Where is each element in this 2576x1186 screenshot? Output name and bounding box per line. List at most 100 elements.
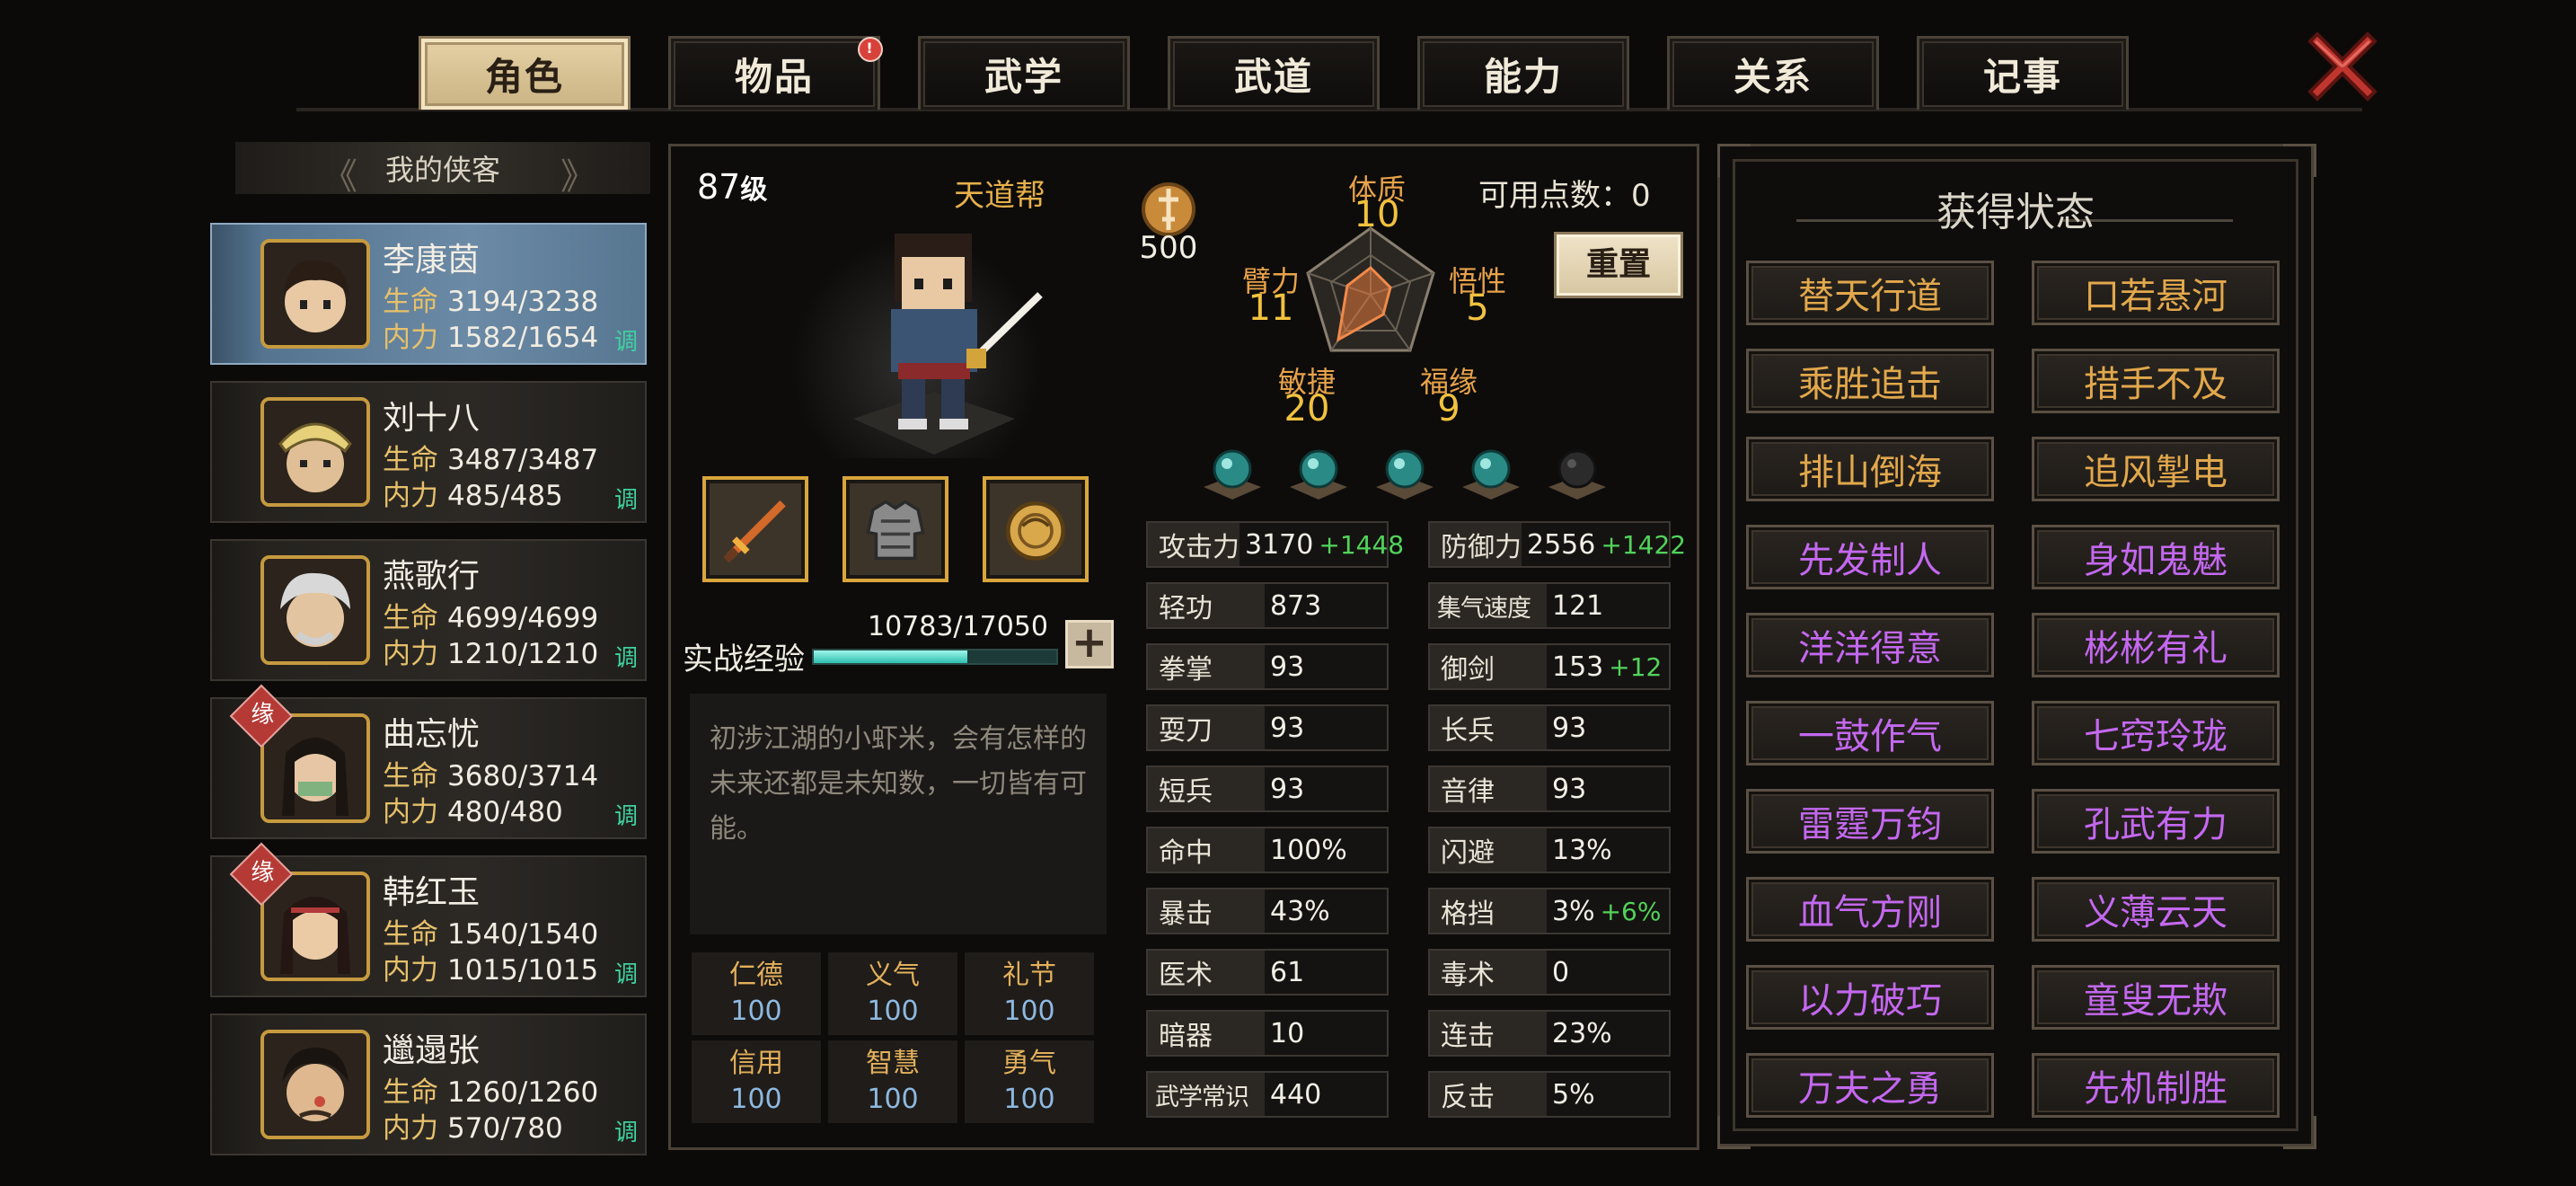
hero-card[interactable]: 刘十八 生命 3487/3487 内力 485/485 调 — [210, 381, 647, 523]
virtue-value: 100 — [730, 996, 782, 1027]
stat-row: 命中 100% — [1146, 827, 1389, 873]
adjust-button[interactable]: 调 — [614, 1114, 638, 1147]
armor-slot[interactable] — [842, 476, 948, 582]
status-effect-button[interactable]: 身如鬼魅 — [2032, 525, 2280, 589]
hero-card[interactable]: 缘 曲忘忧 生命 3680/3714 内力 480/480 调 — [210, 684, 647, 839]
accessory-slot[interactable] — [983, 476, 1089, 582]
tab-relations[interactable]: 关系 — [1667, 36, 1879, 110]
stat-row: 闪避 13% — [1428, 827, 1671, 873]
adjust-button[interactable]: 调 — [614, 956, 638, 989]
status-effect-label: 一鼓作气 — [1798, 716, 1942, 757]
tab-journal[interactable]: 记事 — [1917, 36, 2129, 110]
status-effect-button[interactable]: 措手不及 — [2032, 349, 2280, 413]
status-effect-button[interactable]: 孔武有力 — [2032, 789, 2280, 854]
status-effect-button[interactable]: 口若悬河 — [2032, 261, 2280, 325]
close-icon[interactable] — [2301, 25, 2384, 108]
attribute-constitution-value: 10 — [1354, 194, 1400, 235]
status-effect-button[interactable]: 排山倒海 — [1746, 437, 1994, 501]
hero-card[interactable]: 李康茵 生命 3194/3238 内力 1582/1654 调 — [210, 223, 647, 365]
gem-socket[interactable] — [1369, 440, 1441, 503]
hero-name: 邋遢张 — [383, 1032, 481, 1069]
status-effect-button[interactable]: 以力破巧 — [1746, 965, 1994, 1030]
status-effect-button[interactable]: 追风掣电 — [2032, 437, 2280, 501]
hero-mp: 内力 570/780 — [383, 1105, 563, 1146]
experience-bar-fill — [814, 651, 967, 663]
tab-character[interactable]: 角色 — [419, 36, 631, 110]
status-effect-label: 义薄云天 — [2084, 892, 2228, 934]
virtue-label: 勇气 — [1002, 1048, 1056, 1079]
notification-badge: ! — [858, 37, 883, 62]
hero-card[interactable]: 邋遢张 生命 1260/1260 内力 570/780 调 — [210, 1013, 647, 1155]
adjust-button[interactable]: 调 — [614, 323, 638, 357]
mp-label: 内力 — [383, 954, 438, 987]
virtue-value: 100 — [867, 1084, 919, 1115]
weapon-slot[interactable] — [702, 476, 808, 582]
stat-value: 873 — [1270, 589, 1322, 622]
stat-label: 毒术 — [1430, 951, 1547, 994]
tab-martial-arts[interactable]: 武学 — [918, 36, 1130, 110]
stat-value: 3170 — [1245, 528, 1314, 561]
status-effect-label: 雷霆万钧 — [1798, 804, 1942, 845]
hero-mp: 内力 1210/1210 — [383, 631, 598, 671]
hp-value: 1540/1540 — [447, 918, 599, 951]
status-effect-label: 万夫之勇 — [1798, 1068, 1942, 1110]
hp-value: 3194/3238 — [447, 286, 599, 318]
fate-badge-label: 缘 — [251, 701, 275, 729]
reset-button[interactable]: 重置 — [1554, 232, 1683, 298]
status-effect-button[interactable]: 血气方刚 — [1746, 877, 1994, 942]
adjust-button[interactable]: 调 — [614, 640, 638, 673]
mp-value: 1582/1654 — [447, 322, 599, 354]
hero-name: 曲忘忧 — [383, 716, 481, 753]
status-effect-button[interactable]: 雷霆万钧 — [1746, 789, 1994, 854]
hero-card[interactable]: 缘 韩红玉 生命 1540/1540 内力 1015/1015 调 — [210, 842, 647, 997]
hero-hp: 生命 1260/1260 — [383, 1069, 598, 1110]
status-effect-button[interactable]: 童叟无欺 — [2032, 965, 2280, 1030]
hp-label: 生命 — [383, 1076, 438, 1109]
tab-label: 记事 — [1982, 55, 2062, 99]
status-effect-button[interactable]: 七窍玲珑 — [2032, 701, 2280, 766]
character-sprite — [853, 234, 1043, 455]
status-effect-button[interactable]: 义薄云天 — [2032, 877, 2280, 942]
fate-badge-label: 缘 — [251, 859, 275, 887]
stat-row: 轻功 873 — [1146, 582, 1389, 629]
status-effect-button[interactable]: 万夫之勇 — [1746, 1053, 1994, 1118]
status-effect-button[interactable]: 先机制胜 — [2032, 1053, 2280, 1118]
panel-corner — [2283, 144, 2316, 177]
stat-value: 153 — [1552, 651, 1604, 683]
stat-value: 93 — [1270, 712, 1305, 744]
hero-mp: 内力 485/485 — [383, 473, 563, 513]
virtue-value: 100 — [1003, 1084, 1055, 1115]
gem-socket-empty[interactable] — [1541, 440, 1613, 503]
mp-label: 内力 — [383, 322, 438, 354]
status-effect-button[interactable]: 替天行道 — [1746, 261, 1994, 325]
adjust-button[interactable]: 调 — [614, 482, 638, 515]
virtue-value: 100 — [1003, 996, 1055, 1027]
status-effect-label: 排山倒海 — [1798, 452, 1942, 493]
status-effect-button[interactable]: 彬彬有礼 — [2032, 613, 2280, 677]
status-effect-label: 措手不及 — [2084, 364, 2228, 405]
adjust-button[interactable]: 调 — [614, 798, 638, 831]
tab-abilities[interactable]: 能力 — [1417, 36, 1629, 110]
status-effect-button[interactable]: 先发制人 — [1746, 525, 1994, 589]
add-experience-button[interactable]: + — [1065, 620, 1114, 668]
stat-bonus: +6% — [1600, 896, 1662, 926]
virtue-item: 义气 100 — [828, 952, 957, 1035]
tab-martial-way[interactable]: 武道 — [1168, 36, 1380, 110]
status-effect-button[interactable]: 洋洋得意 — [1746, 613, 1994, 677]
tab-items[interactable]: 物品! — [668, 36, 883, 110]
stat-label: 防御力 — [1430, 523, 1522, 566]
virtue-item: 勇气 100 — [965, 1040, 1094, 1123]
gem-socket[interactable] — [1283, 440, 1354, 503]
stat-value: 10 — [1270, 1017, 1305, 1049]
status-effect-label: 童叟无欺 — [2084, 980, 2228, 1022]
mp-value: 485/485 — [447, 480, 563, 512]
hero-card[interactable]: 燕歌行 生命 4699/4699 内力 1210/1210 调 — [210, 539, 647, 681]
card-decoration — [212, 541, 262, 679]
virtue-value: 100 — [867, 996, 919, 1027]
gem-socket[interactable] — [1455, 440, 1527, 503]
virtue-item: 智慧 100 — [828, 1040, 957, 1123]
gem-socket[interactable] — [1196, 440, 1268, 503]
status-effect-button[interactable]: 乘胜追击 — [1746, 349, 1994, 413]
status-effect-button[interactable]: 一鼓作气 — [1746, 701, 1994, 766]
accessory-icon — [1006, 500, 1065, 561]
